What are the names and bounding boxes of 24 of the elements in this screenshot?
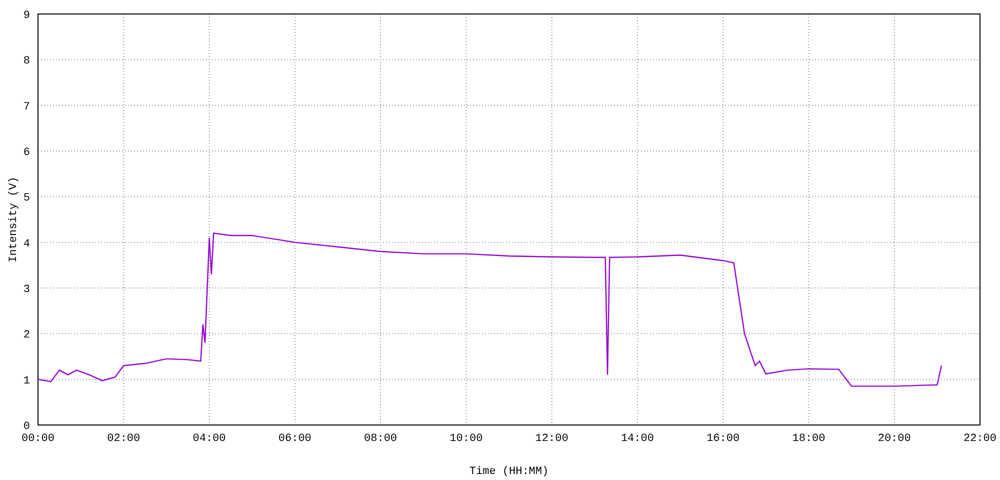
axis-tick-label: 14:00 (620, 433, 654, 445)
axis-tick-label: 6 (23, 147, 30, 159)
axis-tick-label: 20:00 (878, 433, 911, 445)
axis-tick-label: 06:00 (278, 433, 312, 445)
axis-tick-label: 7 (23, 101, 30, 114)
axis-tick-label: 8 (23, 56, 30, 68)
axis-tick-label: 9 (23, 10, 30, 22)
axis-tick-label: 12:00 (535, 433, 568, 445)
axis-tick-label: 1 (23, 375, 30, 388)
axis-tick-label: 0 (23, 421, 30, 433)
axis-tick-label: 3 (23, 284, 30, 296)
axis-tick-label: 4 (23, 238, 30, 250)
axis-tick-label: 5 (23, 192, 30, 205)
axis-tick-label: 22:00 (964, 433, 996, 445)
axis-tick-label: 02:00 (107, 433, 140, 445)
axis-tick-label: 08:00 (364, 433, 398, 445)
axis-tick-label: 00:00 (22, 433, 54, 445)
axis-tick-label: 04:00 (192, 433, 226, 445)
axis-tick-label: 2 (23, 330, 30, 342)
axis-tick-label: 16:00 (706, 433, 740, 445)
axis-title: Intensity (V) (8, 176, 20, 262)
axis-tick-label: 10:00 (450, 433, 483, 445)
axis-tick-label: 18:00 (792, 433, 826, 445)
axis-title: Time (HH:MM) (469, 466, 549, 478)
